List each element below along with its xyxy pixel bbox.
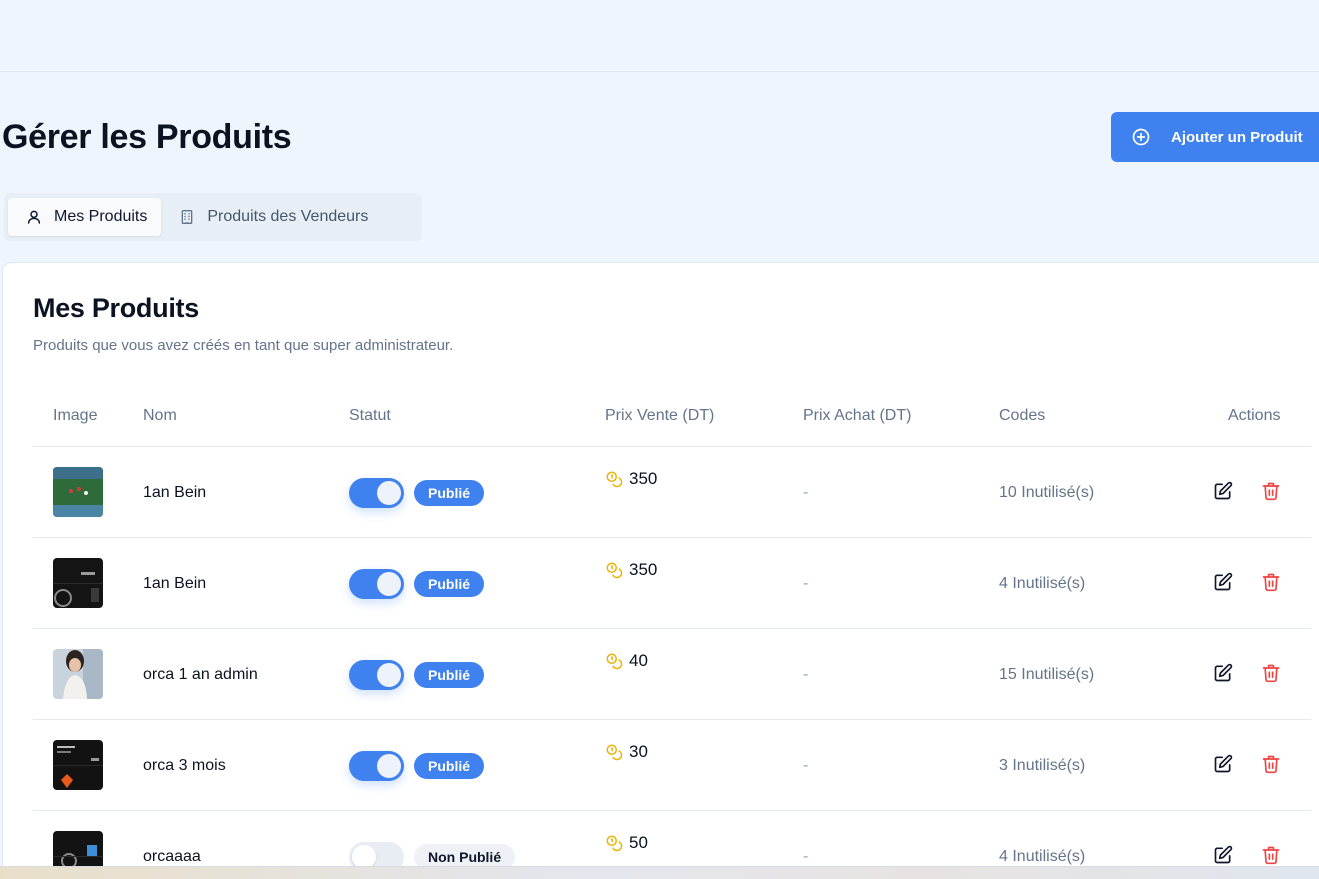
edit-icon[interactable] xyxy=(1213,663,1235,685)
product-image xyxy=(53,649,103,699)
sale-price-value: 50 xyxy=(629,833,648,852)
coins-icon xyxy=(605,743,623,761)
product-name: 1an Bein xyxy=(143,575,207,592)
codes-count: 10 Inutilisé(s) xyxy=(999,484,1095,501)
table-header: Image Nom Statut Prix Vente (DT) Prix Ac… xyxy=(33,387,1311,447)
edit-icon[interactable] xyxy=(1213,572,1235,594)
column-header-status: Statut xyxy=(349,407,391,424)
status-toggle[interactable] xyxy=(349,569,404,599)
tab-produits-des-vendeurs[interactable]: Produits des Vendeurs xyxy=(161,198,382,236)
codes-count: 3 Inutilisé(s) xyxy=(999,757,1086,774)
column-header-codes: Codes xyxy=(999,407,1046,424)
product-name: 1an Bein xyxy=(143,484,207,501)
card-subtitle: Produits que vous avez créés en tant que… xyxy=(33,337,454,354)
sale-price-value: 30 xyxy=(629,742,648,761)
sale-price: 50 xyxy=(605,833,648,853)
trash-icon[interactable] xyxy=(1261,754,1283,776)
status-badge: Publié xyxy=(414,662,485,688)
sale-price-value: 40 xyxy=(629,651,648,670)
edit-icon[interactable] xyxy=(1213,754,1235,776)
trash-icon[interactable] xyxy=(1261,481,1283,503)
sale-price: 40 xyxy=(605,651,648,671)
codes-count: 4 Inutilisé(s) xyxy=(999,575,1086,592)
user-icon xyxy=(26,209,42,225)
status-toggle[interactable] xyxy=(349,478,404,508)
purchase-price: - xyxy=(803,575,809,592)
tab-label: Mes Produits xyxy=(54,208,148,225)
product-name: orcaaaa xyxy=(143,848,201,865)
bottom-strip xyxy=(0,866,1319,879)
product-image xyxy=(53,558,103,608)
purchase-price: - xyxy=(803,666,809,683)
add-product-label: Ajouter un Produit xyxy=(1171,128,1303,146)
toggle-knob xyxy=(377,754,401,778)
status-badge: Publié xyxy=(414,480,485,506)
product-image xyxy=(53,467,103,517)
trash-icon[interactable] xyxy=(1261,663,1283,685)
tab-list: Mes Produits Produits des Vendeurs xyxy=(4,193,422,241)
coins-icon xyxy=(605,652,623,670)
edit-icon[interactable] xyxy=(1213,481,1235,503)
product-image xyxy=(53,740,103,790)
sale-price-value: 350 xyxy=(629,469,658,488)
edit-icon[interactable] xyxy=(1213,845,1235,867)
product-name: orca 3 mois xyxy=(143,757,226,774)
purchase-price: - xyxy=(803,484,809,501)
products-table: Image Nom Statut Prix Vente (DT) Prix Ac… xyxy=(33,387,1311,879)
coins-icon xyxy=(605,834,623,852)
building-icon xyxy=(179,209,195,225)
codes-count: 15 Inutilisé(s) xyxy=(999,666,1095,683)
toggle-knob xyxy=(377,481,401,505)
status-badge: Publié xyxy=(414,571,485,597)
coins-icon xyxy=(605,470,623,488)
tab-mes-produits[interactable]: Mes Produits xyxy=(8,198,162,236)
toggle-knob xyxy=(377,663,401,687)
purchase-price: - xyxy=(803,848,809,865)
column-header-image: Image xyxy=(53,407,98,424)
trash-icon[interactable] xyxy=(1261,572,1283,594)
trash-icon[interactable] xyxy=(1261,845,1283,867)
column-header-actions: Actions xyxy=(1228,407,1281,424)
column-header-sale-price: Prix Vente (DT) xyxy=(605,407,715,424)
table-row: 1an Bein Publié 350 - 10 Inutilisé(s) xyxy=(33,447,1311,538)
table-row: 1an Bein Publié 350 - 4 Inutilisé(s) xyxy=(33,538,1311,629)
plus-circle-icon xyxy=(1131,127,1151,147)
status-toggle[interactable] xyxy=(349,751,404,781)
table-row: orca 3 mois Publié 30 - 3 Inutilisé(s) xyxy=(33,720,1311,811)
column-header-name: Nom xyxy=(143,407,177,424)
table-row: orca 1 an admin Publié 40 - 15 Inutilisé… xyxy=(33,629,1311,720)
status-badge: Publié xyxy=(414,753,485,779)
products-card: Mes Produits Produits que vous avez créé… xyxy=(2,262,1319,879)
page-title: Gérer les Produits xyxy=(2,118,292,156)
tab-label: Produits des Vendeurs xyxy=(207,208,369,225)
card-title: Mes Produits xyxy=(33,293,199,323)
purchase-price: - xyxy=(803,757,809,774)
top-bar xyxy=(0,0,1319,72)
column-header-purchase-price: Prix Achat (DT) xyxy=(803,407,912,424)
add-product-button[interactable]: Ajouter un Produit xyxy=(1111,112,1319,162)
sale-price: 350 xyxy=(605,469,657,489)
product-name: orca 1 an admin xyxy=(143,666,258,683)
status-toggle[interactable] xyxy=(349,660,404,690)
coins-icon xyxy=(605,561,623,579)
sale-price: 30 xyxy=(605,742,648,762)
sale-price: 350 xyxy=(605,560,657,580)
toggle-knob xyxy=(377,572,401,596)
sale-price-value: 350 xyxy=(629,560,658,579)
codes-count: 4 Inutilisé(s) xyxy=(999,848,1086,865)
